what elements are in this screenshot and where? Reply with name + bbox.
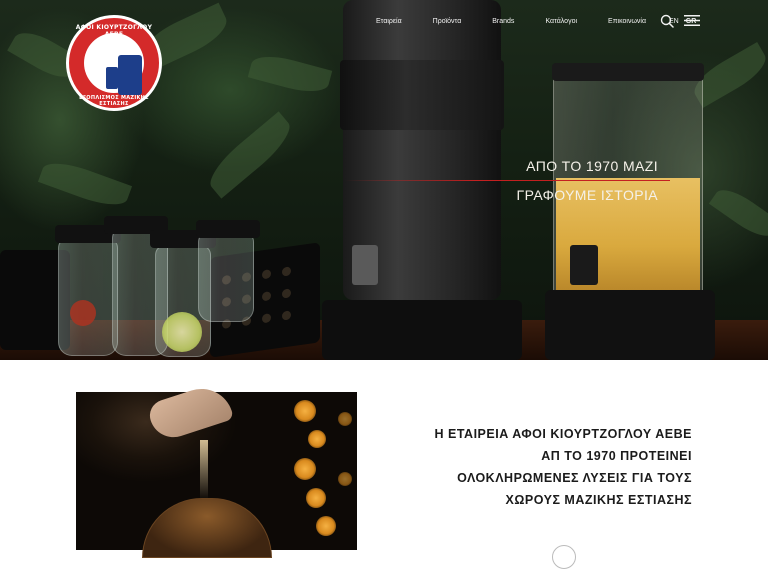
nav-item-brands[interactable]: Brands [492, 18, 514, 25]
intro-text-line3: ΟΛΟΚΛΗΡΩΜΕΝΕΣ ΛΥΣΕΙΣ ΓΙΑ ΤΟΥΣ [457, 471, 692, 485]
lemon-slice [162, 312, 202, 352]
nav-item-products[interactable]: Προϊόντα [433, 18, 462, 25]
headline-divider [345, 180, 670, 181]
foliage-decoration [37, 155, 133, 213]
logo-bottom-text: ΕΞΟΠΛΙΣΜΟΣ ΜΑΖΙΚΗΣ ΕΣΤΙΑΣΗΣ [79, 95, 149, 107]
carafe [58, 238, 118, 356]
foliage-decoration [247, 50, 333, 98]
hero-banner: ΑΦΟΙ ΚΙΟΥΡΤΖΟΓΛΟΥ ΑΕΒΕ ΕΞΟΠΛΙΣΜΟΣ ΜΑΖΙΚΗ… [0, 0, 768, 360]
hero-headline-line2: ΓΡΑΦΟΥΜΕ ΙΣΤΟΡΙΑ [516, 187, 658, 203]
juice-dispenser-stand [545, 290, 715, 360]
nav-item-contact[interactable]: Επικοινωνία [608, 18, 646, 25]
bokeh-light [338, 412, 352, 426]
bokeh-light [316, 516, 336, 536]
intro-text-line4: ΧΩΡΟΥΣ ΜΑΖΙΚΗΣ ΕΣΤΙΑΣΗΣ [505, 493, 692, 507]
dispenser-band [340, 60, 504, 130]
dispenser-stand [322, 300, 522, 360]
logo-emblem [84, 33, 144, 95]
logo-mark-detail [106, 67, 118, 89]
fruit-slice [70, 300, 96, 326]
decorative-circle [552, 545, 576, 569]
bokeh-light [294, 458, 316, 480]
bokeh-light [306, 488, 326, 508]
bokeh-light [294, 400, 316, 422]
carafe-lid [196, 220, 260, 238]
main-navigation: Εταιρεία Προϊόντα Brands Κατάλογοι Επικο… [376, 14, 703, 28]
logo-dispenser-mark [118, 55, 142, 95]
foliage-decoration [708, 182, 768, 244]
company-logo[interactable]: ΑΦΟΙ ΚΙΟΥΡΤΖΟΓΛΟΥ ΑΕΒΕ ΕΞΟΠΛΙΣΜΟΣ ΜΑΖΙΚΗ… [66, 15, 162, 111]
carafe [198, 232, 254, 322]
juice-dispenser-lid [552, 63, 704, 81]
hero-headline-line1: ΑΠΟ ΤΟ 1970 ΜΑΖΙ [526, 158, 658, 174]
hamburger-menu-icon[interactable] [684, 14, 700, 27]
search-icon[interactable] [660, 14, 674, 28]
intro-text-line1: Η ΕΤΑΙΡΕΙΑ ΑΦΟΙ ΚΙΟΥΡΤΖΟΓΛΟΥ ΑΕΒΕ [434, 427, 692, 441]
bokeh-light [308, 430, 326, 448]
nav-item-catalogs[interactable]: Κατάλογοι [545, 18, 577, 25]
bokeh-light [338, 472, 352, 486]
foliage-decoration [202, 111, 298, 199]
juice-dispenser-tap [570, 245, 598, 285]
intro-text-line2: ΑΠ ΤΟ 1970 ΠΡΟΤΕΙΝΕΙ [541, 449, 692, 463]
nav-item-company[interactable]: Εταιρεία [376, 18, 402, 25]
dispenser-tap [352, 245, 378, 285]
sprinkle-stream [200, 440, 208, 500]
